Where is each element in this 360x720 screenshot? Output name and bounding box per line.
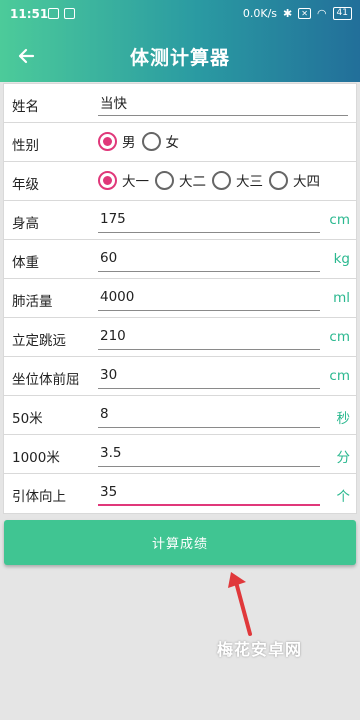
app-bar: 体测计算器 <box>0 30 360 82</box>
arrow-up-icon <box>228 572 252 636</box>
pull-up-unit: 个 <box>336 489 351 505</box>
wifi-icon: ◠ <box>316 7 327 20</box>
sim-icon: ✕ <box>298 8 311 19</box>
run-50m-unit: 秒 <box>336 411 351 427</box>
radio-label: 大三 <box>236 174 263 190</box>
radio-unchecked-icon <box>155 170 174 190</box>
network-speed: 0.0K/s <box>242 7 278 20</box>
form-row-standing-jump: 立定跳远 cm <box>4 318 356 357</box>
pull-up-input[interactable] <box>98 479 320 506</box>
standing-jump-input[interactable] <box>98 323 320 350</box>
sit-and-reach-label: 坐位体前屈 <box>12 372 80 388</box>
radio-label: 男 <box>122 135 136 151</box>
form-row-height: 身高 cm <box>4 201 356 240</box>
bluetooth-icon: ✱ <box>283 7 293 20</box>
radio-unchecked-icon <box>269 170 288 190</box>
notification-icon <box>64 8 75 19</box>
grade-label: 年级 <box>12 177 39 193</box>
grade-radio-group: 大一 大二 大三 大四 <box>98 170 320 190</box>
gender-option-male[interactable]: 男 <box>98 131 136 151</box>
run-1000m-input[interactable] <box>98 440 320 467</box>
sit-and-reach-unit: cm <box>329 368 350 384</box>
page-title: 体测计算器 <box>129 47 230 69</box>
status-time: 11:51 <box>10 7 49 21</box>
height-label: 身高 <box>12 216 39 232</box>
watermark: 梅花安卓网 <box>217 640 303 659</box>
form-row-grade: 年级 大一 大二 大三 大四 <box>4 162 356 201</box>
radio-label: 大四 <box>293 174 320 190</box>
run-50m-label: 50米 <box>12 411 43 427</box>
weight-input[interactable] <box>98 245 320 272</box>
standing-jump-unit: cm <box>329 329 350 345</box>
run-1000m-label: 1000米 <box>12 450 60 466</box>
notification-icon <box>48 8 59 19</box>
name-input[interactable] <box>98 89 348 116</box>
radio-unchecked-icon <box>141 131 161 151</box>
weight-label: 体重 <box>12 255 39 271</box>
grade-option-3[interactable]: 大三 <box>212 170 263 190</box>
form-row-name: 姓名 <box>4 84 356 123</box>
radio-checked-icon <box>98 131 117 151</box>
gender-option-female[interactable]: 女 <box>141 131 180 151</box>
lung-capacity-input[interactable] <box>98 284 320 311</box>
status-bar: 11:51 0.0K/s ✱ ✕ ◠ 41 <box>0 0 360 30</box>
lung-capacity-label: 肺活量 <box>12 294 53 310</box>
sit-and-reach-input[interactable] <box>98 362 320 389</box>
battery-icon: 41 <box>332 7 352 20</box>
calculate-button[interactable]: 计算成绩 <box>4 520 356 565</box>
form-row-50m: 50米 秒 <box>4 396 356 435</box>
form-row-1000m: 1000米 分 <box>4 435 356 474</box>
grade-option-2[interactable]: 大二 <box>155 170 206 190</box>
radio-unchecked-icon <box>212 170 231 190</box>
run-1000m-unit: 分 <box>336 450 351 466</box>
radio-label: 大二 <box>179 174 206 190</box>
height-input[interactable] <box>98 206 320 233</box>
lung-capacity-unit: ml <box>333 290 350 306</box>
radio-label: 大一 <box>122 174 149 190</box>
gender-radio-group: 男 女 <box>98 131 179 151</box>
form-row-pull-up: 引体向上 个 <box>4 474 356 513</box>
weight-unit: kg <box>333 251 350 267</box>
form-row-weight: 体重 kg <box>4 240 356 279</box>
form-row-lung-capacity: 肺活量 ml <box>4 279 356 318</box>
radio-checked-icon <box>98 170 117 190</box>
grade-option-4[interactable]: 大四 <box>269 170 320 190</box>
pull-up-label: 引体向上 <box>12 489 66 505</box>
radio-label: 女 <box>165 135 180 151</box>
grade-option-1[interactable]: 大一 <box>98 170 149 190</box>
gender-label: 性别 <box>12 138 39 154</box>
form-row-gender: 性别 男 女 <box>4 123 356 162</box>
standing-jump-label: 立定跳远 <box>12 333 66 349</box>
height-unit: cm <box>329 212 350 228</box>
form-row-sit-and-reach: 坐位体前屈 cm <box>4 357 356 396</box>
run-50m-input[interactable] <box>98 401 320 428</box>
input-form: 姓名 性别 男 女 年级 大一 大二 <box>3 83 357 514</box>
name-label: 姓名 <box>12 99 39 115</box>
